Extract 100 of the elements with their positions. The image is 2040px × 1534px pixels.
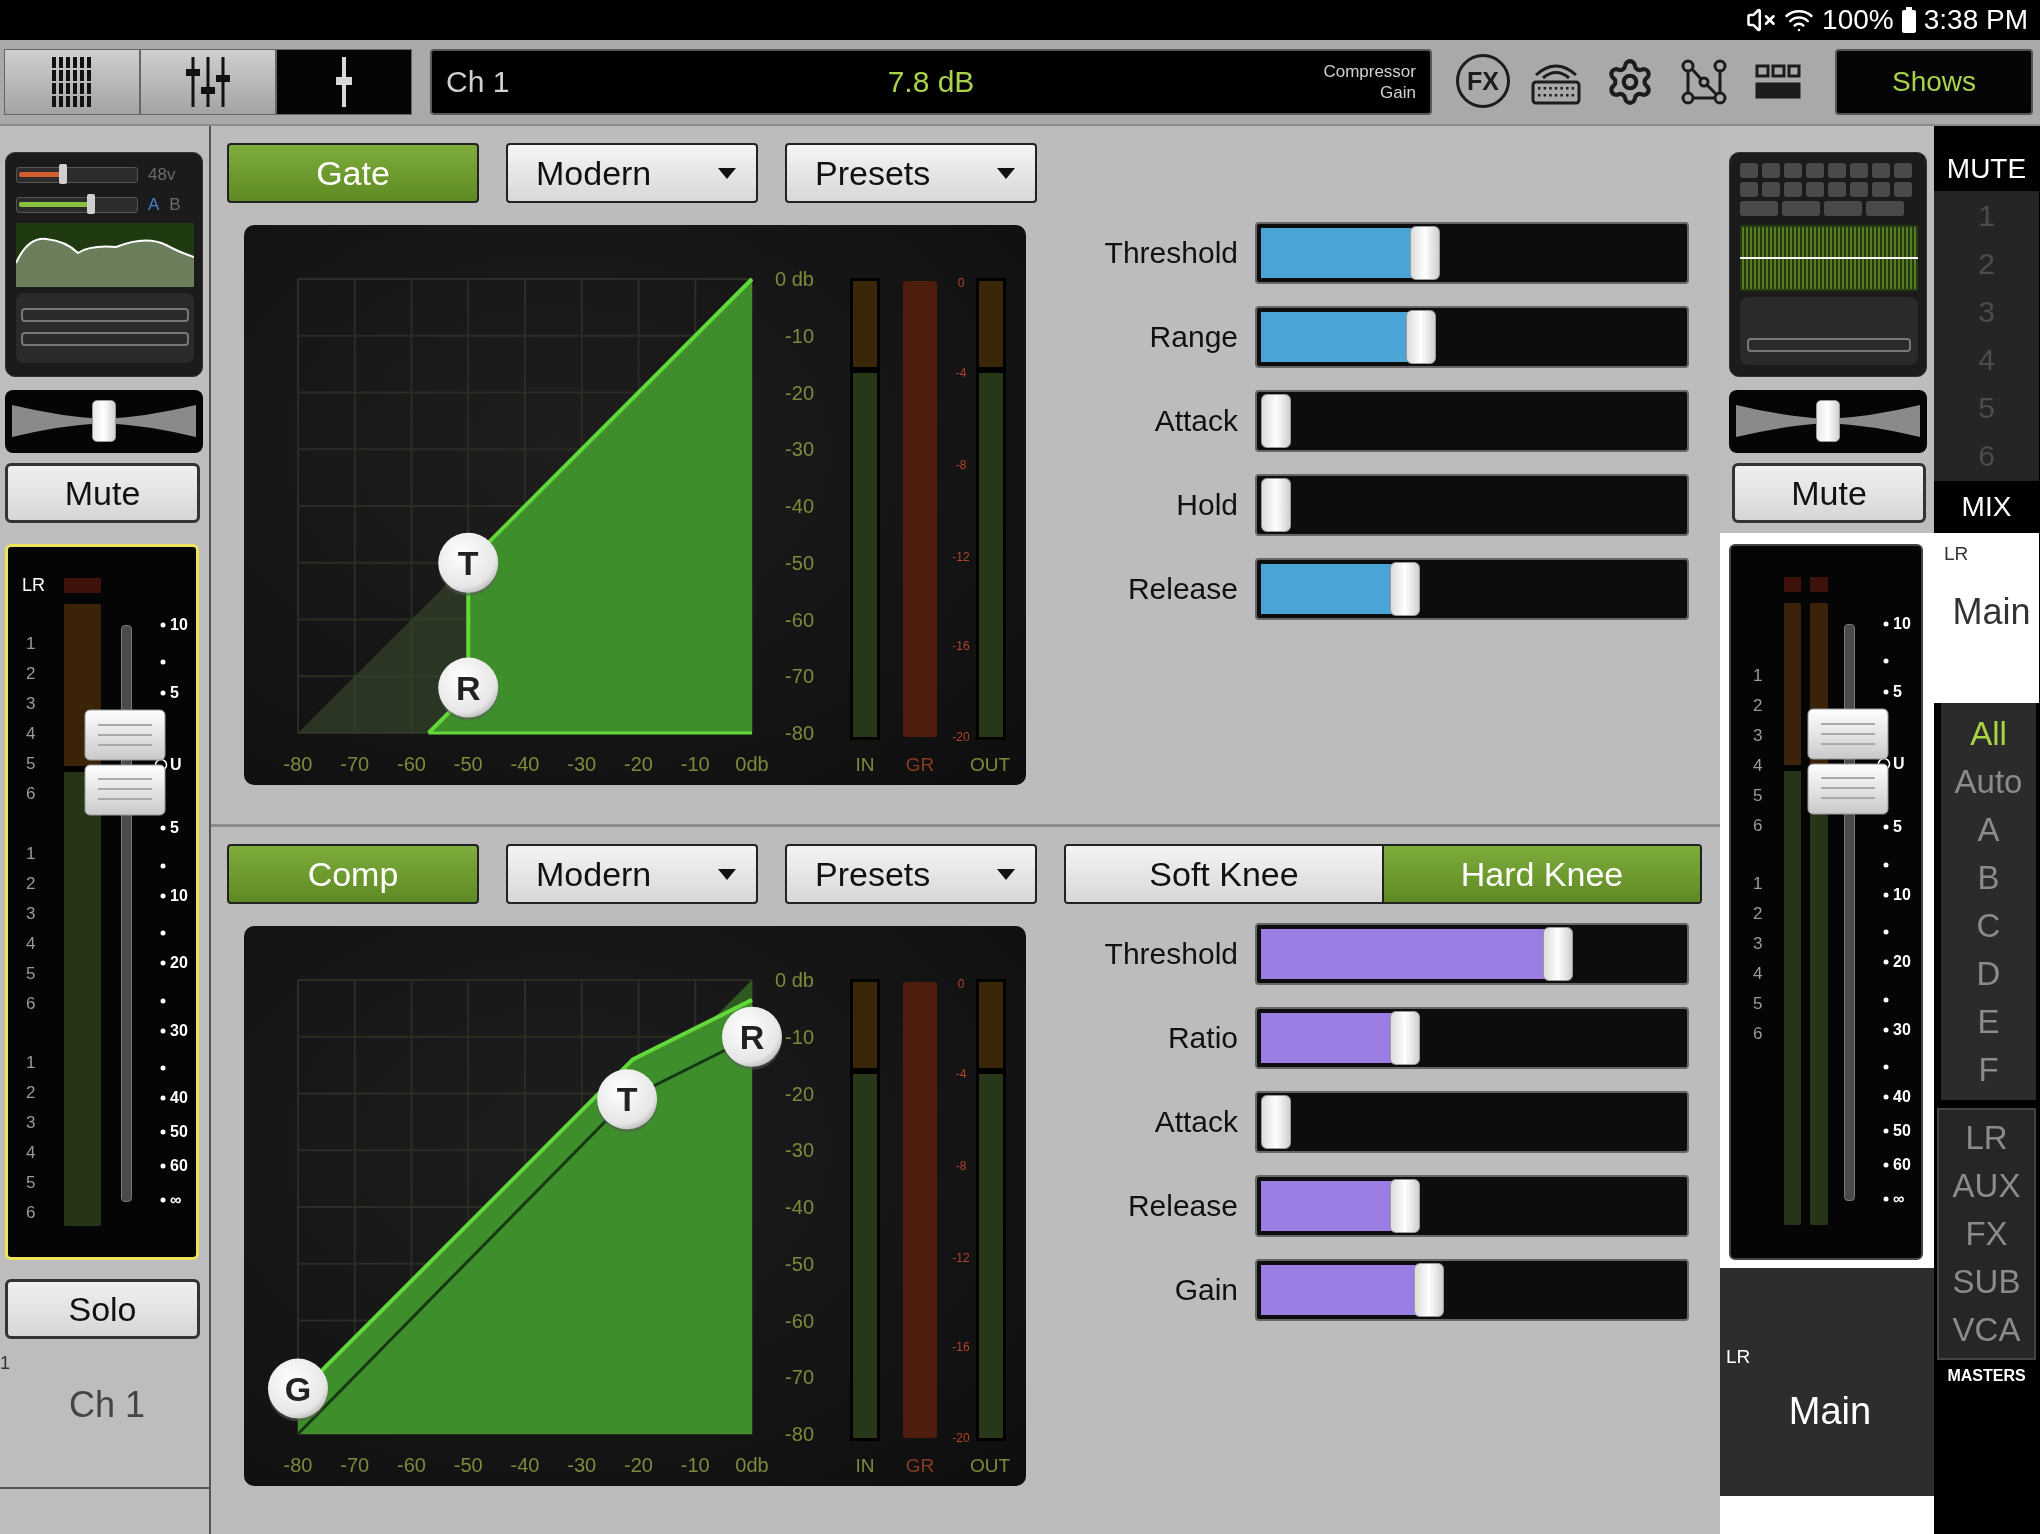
meter-label: OUT	[969, 1455, 1011, 1476]
parameter-slider[interactable]	[1255, 390, 1689, 452]
filter-item[interactable]: Auto	[1941, 757, 2036, 806]
master-item[interactable]: SUB	[1939, 1258, 2034, 1306]
filter-item[interactable]: F	[1941, 1045, 2036, 1094]
slider-thumb[interactable]	[1413, 1263, 1444, 1317]
view-tab[interactable]	[4, 49, 140, 115]
parameter-slider[interactable]	[1255, 558, 1689, 620]
axis-label: -60	[397, 1454, 426, 1476]
pan-slider[interactable]	[1729, 390, 1927, 453]
meter-label: GR	[905, 1455, 935, 1476]
meter-label: IN	[855, 1455, 875, 1476]
meter-label: 5	[26, 754, 36, 772]
pan-thumb[interactable]	[1816, 400, 1840, 442]
channel-number: 1	[0, 1353, 11, 1374]
parameter-slider[interactable]	[1255, 474, 1689, 536]
meter-label: 2	[26, 664, 36, 682]
filter-item[interactable]: C	[1941, 901, 2036, 950]
parameter-slider[interactable]	[1255, 1259, 1689, 1321]
parameter-label: Attack	[1153, 404, 1238, 438]
axis-label: -50	[785, 551, 814, 574]
view-tab[interactable]	[276, 49, 412, 115]
mute-button[interactable]: Mute	[5, 463, 200, 523]
filter-item[interactable]: All	[1941, 709, 2036, 758]
slider-thumb[interactable]	[1390, 1179, 1421, 1233]
master-item[interactable]: LR	[1939, 1114, 2034, 1162]
shows-button[interactable]: Shows	[1835, 49, 2033, 115]
caret-icon	[997, 167, 1015, 179]
meter-label: 4	[26, 1143, 36, 1161]
master-item[interactable]: FX	[1939, 1210, 2034, 1258]
parameter-slider[interactable]	[1255, 923, 1689, 985]
scale-label: 50	[170, 1124, 188, 1140]
scale-label: -12	[952, 1251, 970, 1265]
mix-name: Main	[1952, 591, 2031, 633]
filter-item[interactable]: B	[1941, 853, 2036, 902]
curve-handle[interactable]: R	[438, 657, 499, 721]
tick-dot-icon	[160, 1197, 166, 1203]
parameter-slider[interactable]	[1255, 306, 1689, 368]
meter-label: 6	[1753, 1024, 1763, 1042]
mixer-icon	[185, 57, 231, 107]
solo-button[interactable]: Solo	[5, 1279, 200, 1339]
fader-thumb[interactable]	[1807, 708, 1889, 816]
slider-thumb[interactable]	[1543, 927, 1574, 981]
scale-label: 5	[170, 685, 179, 701]
pan-slider[interactable]	[5, 390, 203, 453]
axis-label: -30	[785, 438, 814, 461]
axis-label: -70	[785, 665, 814, 688]
gain-slider[interactable]	[16, 197, 138, 213]
meter-label: 2	[26, 874, 36, 892]
fader-thumb[interactable]	[84, 709, 166, 817]
mute-button[interactable]: Mute	[1732, 463, 1926, 523]
presets-dropdown[interactable]: Presets	[785, 844, 1037, 904]
master-overview-card[interactable]	[1729, 152, 1927, 377]
slider-thumb[interactable]	[1390, 1011, 1421, 1065]
fx-button[interactable]: FX	[1456, 54, 1510, 108]
slider-thumb[interactable]	[1261, 394, 1291, 448]
master-item[interactable]: AUX	[1939, 1162, 2034, 1210]
axis-label: -20	[785, 381, 814, 404]
parameter-slider[interactable]	[1255, 1175, 1689, 1237]
parameter-label: Range	[1148, 320, 1238, 354]
axis-label: -50	[785, 1252, 814, 1275]
view-tab[interactable]	[140, 49, 276, 115]
battery-percent: 100%	[1822, 6, 1894, 34]
parameter-slider[interactable]	[1255, 1007, 1689, 1069]
scale-label: -4	[955, 1067, 967, 1081]
pan-thumb[interactable]	[92, 400, 116, 442]
presets-dropdown[interactable]: Presets	[785, 143, 1037, 203]
axis-label: -80	[283, 753, 313, 775]
curve-handle[interactable]: R	[722, 1006, 782, 1070]
slider-thumb[interactable]	[1406, 310, 1437, 364]
channel-overview-card[interactable]: 48v A B	[5, 152, 203, 377]
curve-handle[interactable]: T	[438, 532, 499, 596]
curve-handle[interactable]: G	[268, 1358, 328, 1422]
mode-dropdown[interactable]: Modern	[506, 844, 758, 904]
tick-dot-icon	[1883, 689, 1889, 695]
parameter-label: Threshold	[1103, 236, 1238, 270]
gain-slider[interactable]	[16, 167, 138, 183]
axis-label: -10	[680, 753, 710, 775]
axis-label: 0 db	[775, 268, 814, 290]
slider-thumb[interactable]	[1261, 478, 1291, 532]
mode-dropdown[interactable]: Modern	[506, 143, 758, 203]
curve-handle[interactable]: T	[597, 1069, 658, 1133]
knee-option[interactable]: Soft Knee	[1066, 846, 1382, 902]
slider-thumb[interactable]	[1409, 226, 1440, 280]
master-item[interactable]: VCA	[1939, 1306, 2034, 1354]
filter-item[interactable]: D	[1941, 949, 2036, 998]
bus-label: LR	[22, 576, 45, 594]
slider-thumb[interactable]	[1390, 562, 1421, 616]
meter-label: 1	[26, 844, 36, 862]
axis-label: -20	[624, 753, 653, 775]
parameter-slider[interactable]	[1255, 222, 1689, 284]
clock: 3:38 PM	[1923, 6, 2028, 34]
slider-thumb[interactable]	[1261, 1095, 1291, 1149]
meter-label: 6	[26, 1203, 36, 1221]
filter-item[interactable]: E	[1941, 997, 2036, 1046]
scale-label: -8	[955, 1159, 967, 1173]
parameter-slider[interactable]	[1255, 1091, 1689, 1153]
meter-label: 2	[1753, 904, 1763, 922]
filter-item[interactable]: A	[1941, 805, 2036, 854]
parameter-label: Release	[1126, 1189, 1238, 1223]
